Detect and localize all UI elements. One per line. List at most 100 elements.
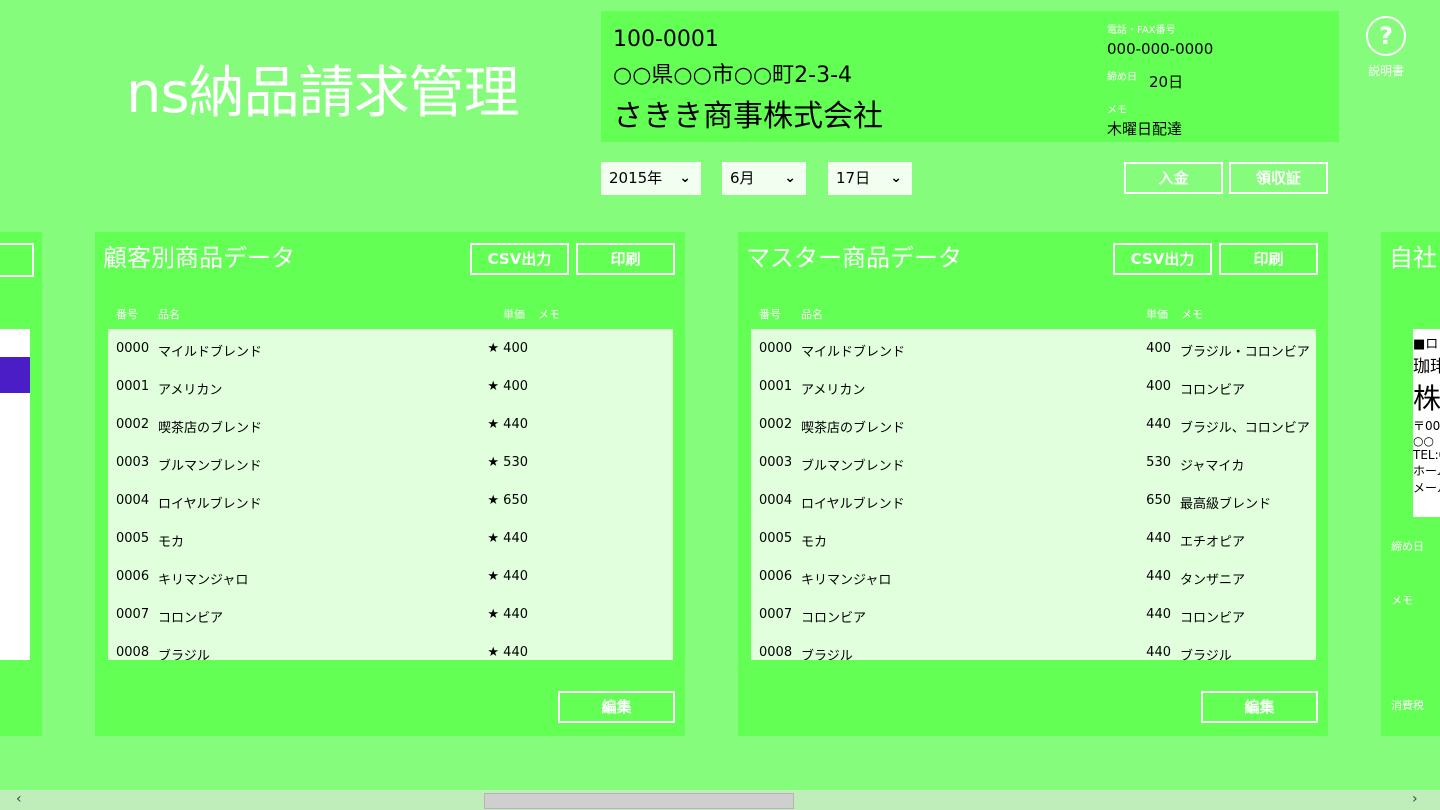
table-row[interactable]: 0006 キリマンジャロ ★ 440 [108,557,673,595]
row-unit-price: ★ 440 [487,417,528,432]
table-row[interactable]: 0006 キリマンジャロ 440 タンザニア [751,557,1316,595]
company-memo-label: メモ [1391,594,1413,607]
closing-label: 締め日 [1107,72,1137,83]
row-unit-price: 440 [1146,531,1171,546]
row-unit-price: ★ 400 [487,379,528,394]
table-row[interactable]: 0001 アメリカン ★ 400 [108,367,673,405]
help-button[interactable]: ? 説明書 [1360,16,1412,79]
paper-line: ○○ [1413,434,1434,448]
paper-line: 株 [1413,382,1440,415]
prev-panel-button[interactable] [0,243,34,277]
row-number: 0005 [116,531,150,546]
prev-panel-selected-row[interactable] [0,357,30,393]
table-row[interactable]: 0003 ブルマンブレンド 530 ジャマイカ [751,443,1316,481]
row-number: 0006 [759,569,793,584]
table-row[interactable]: 0004 ロイヤルブレンド ★ 650 [108,481,673,519]
table-row[interactable]: 0004 ロイヤルブレンド 650 最高級ブレンド [751,481,1316,519]
row-number: 0000 [759,341,793,356]
receipt-button[interactable]: 領収証 [1229,162,1328,194]
table-row[interactable]: 0007 コロンビア ★ 440 [108,595,673,633]
master-print-button[interactable]: 印刷 [1219,243,1318,275]
col-memo-header: メモ [1181,308,1203,321]
row-memo: コロンビア [1180,383,1246,398]
row-product-name: ブラジル [158,649,210,660]
row-number: 0003 [759,455,793,470]
customer-products-title: 顧客別商品データ [103,244,295,272]
scroll-right-icon[interactable]: › [1412,791,1418,807]
row-unit-price: 440 [1146,569,1171,584]
table-row[interactable]: 0000 マイルドブレンド ★ 400 [108,329,673,367]
table-row[interactable]: 0005 モカ 440 エチオピア [751,519,1316,557]
phone-value: 000-000-0000 [1107,40,1214,58]
row-product-name: マイルドブレンド [158,345,263,360]
row-memo: ブラジル [1180,649,1232,660]
row-unit-price: ★ 400 [487,341,528,356]
customer-info-card: 100-0001 ○○県○○市○○町2-3-4 さきき商事株式会社 電話・FAX… [601,11,1339,142]
master-products-title: マスター商品データ [746,244,962,272]
row-unit-price: ★ 440 [487,569,528,584]
row-memo: ブラジル、コロンビア [1180,421,1310,436]
row-number: 0003 [116,455,150,470]
row-number: 0006 [116,569,150,584]
row-product-name: キリマンジャロ [158,573,249,588]
company-panel-partial: 自社 ■ロ 珈琲 株 〒00 ○○ TEL:0 ホーム メール 締め日 メモ 消… [1381,232,1440,736]
scroll-left-icon[interactable]: ‹ [16,791,22,807]
master-edit-button[interactable]: 編集 [1201,691,1318,723]
col-memo-header: メモ [538,308,560,321]
company-closing-label: 締め日 [1391,540,1424,553]
table-row[interactable]: 0002 喫茶店のブレンド ★ 440 [108,405,673,443]
scrollbar-thumb[interactable] [484,793,794,809]
row-product-name: コロンビア [158,611,224,626]
customer-edit-button[interactable]: 編集 [558,691,675,723]
master-products-list[interactable]: 0000 マイルドブレンド 400 ブラジル・コロンビア 0001 アメリカン 400 コロン… [751,329,1316,660]
row-unit-price: 440 [1146,607,1171,622]
row-product-name: ブルマンブレンド [158,459,262,474]
table-row[interactable]: 0005 モカ ★ 440 [108,519,673,557]
row-product-name: アメリカン [801,383,866,398]
paper-line: ホーム [1413,464,1440,478]
row-memo: コロンビア [1180,611,1246,626]
paper-line: 〒00 [1413,419,1440,433]
question-icon: ? [1366,16,1406,56]
day-value: 17日 [836,169,871,187]
month-select[interactable]: 6月 ⌄ [722,162,806,195]
table-row[interactable]: 0008 ブラジル ★ 440 [108,633,673,660]
year-select[interactable]: 2015年 ⌄ [601,162,701,195]
table-row[interactable]: 0008 ブラジル 440 ブラジル [751,633,1316,660]
row-product-name: コロンビア [801,611,867,626]
row-number: 0002 [759,417,793,432]
customer-products-list[interactable]: 0000 マイルドブレンド ★ 400 0001 アメリカン ★ 400 0002 喫茶店のブ… [108,329,673,660]
year-value: 2015年 [609,169,663,187]
row-unit-price: ★ 440 [487,645,528,660]
row-number: 0007 [116,607,150,622]
row-unit-price: 530 [1146,455,1171,470]
master-csv-button[interactable]: CSV出力 [1113,243,1212,275]
table-row[interactable]: 0002 喫茶店のブレンド 440 ブラジル、コロンビア [751,405,1316,443]
company-panel-title: 自社 [1389,244,1437,272]
chevron-down-icon: ⌄ [679,170,691,186]
table-row[interactable]: 0007 コロンビア 440 コロンビア [751,595,1316,633]
row-product-name: マイルドブレンド [801,345,906,360]
table-row[interactable]: 0000 マイルドブレンド 400 ブラジル・コロンビア [751,329,1316,367]
closing-value: 20日 [1149,73,1184,91]
row-product-name: ロイヤルブレンド [801,497,905,512]
customer-csv-button[interactable]: CSV出力 [470,243,569,275]
table-row[interactable]: 0003 ブルマンブレンド ★ 530 [108,443,673,481]
col-num-header: 番号 [759,308,781,321]
day-select[interactable]: 17日 ⌄ [828,162,912,195]
table-row[interactable]: 0001 アメリカン 400 コロンビア [751,367,1316,405]
row-product-name: 喫茶店のブレンド [801,421,906,436]
row-unit-price: ★ 530 [487,455,528,470]
phone-label: 電話・FAX番号 [1107,25,1176,36]
horizontal-scrollbar[interactable]: ‹ › [0,790,1440,810]
payment-button[interactable]: 入金 [1124,162,1223,194]
paper-line: ■ロ [1413,337,1439,352]
row-product-name: ブルマンブレンド [801,459,905,474]
row-memo: 最高級ブレンド [1180,497,1272,512]
row-memo: タンザニア [1180,573,1246,588]
customer-print-button[interactable]: 印刷 [576,243,675,275]
col-name-header: 品名 [158,308,180,321]
col-price-header: 単価 [1146,308,1168,321]
customer-products-panel: 顧客別商品データ CSV出力 印刷 番号 品名 単価 メモ 0000 マイルドブレ… [95,232,685,736]
row-product-name: キリマンジャロ [801,573,892,588]
